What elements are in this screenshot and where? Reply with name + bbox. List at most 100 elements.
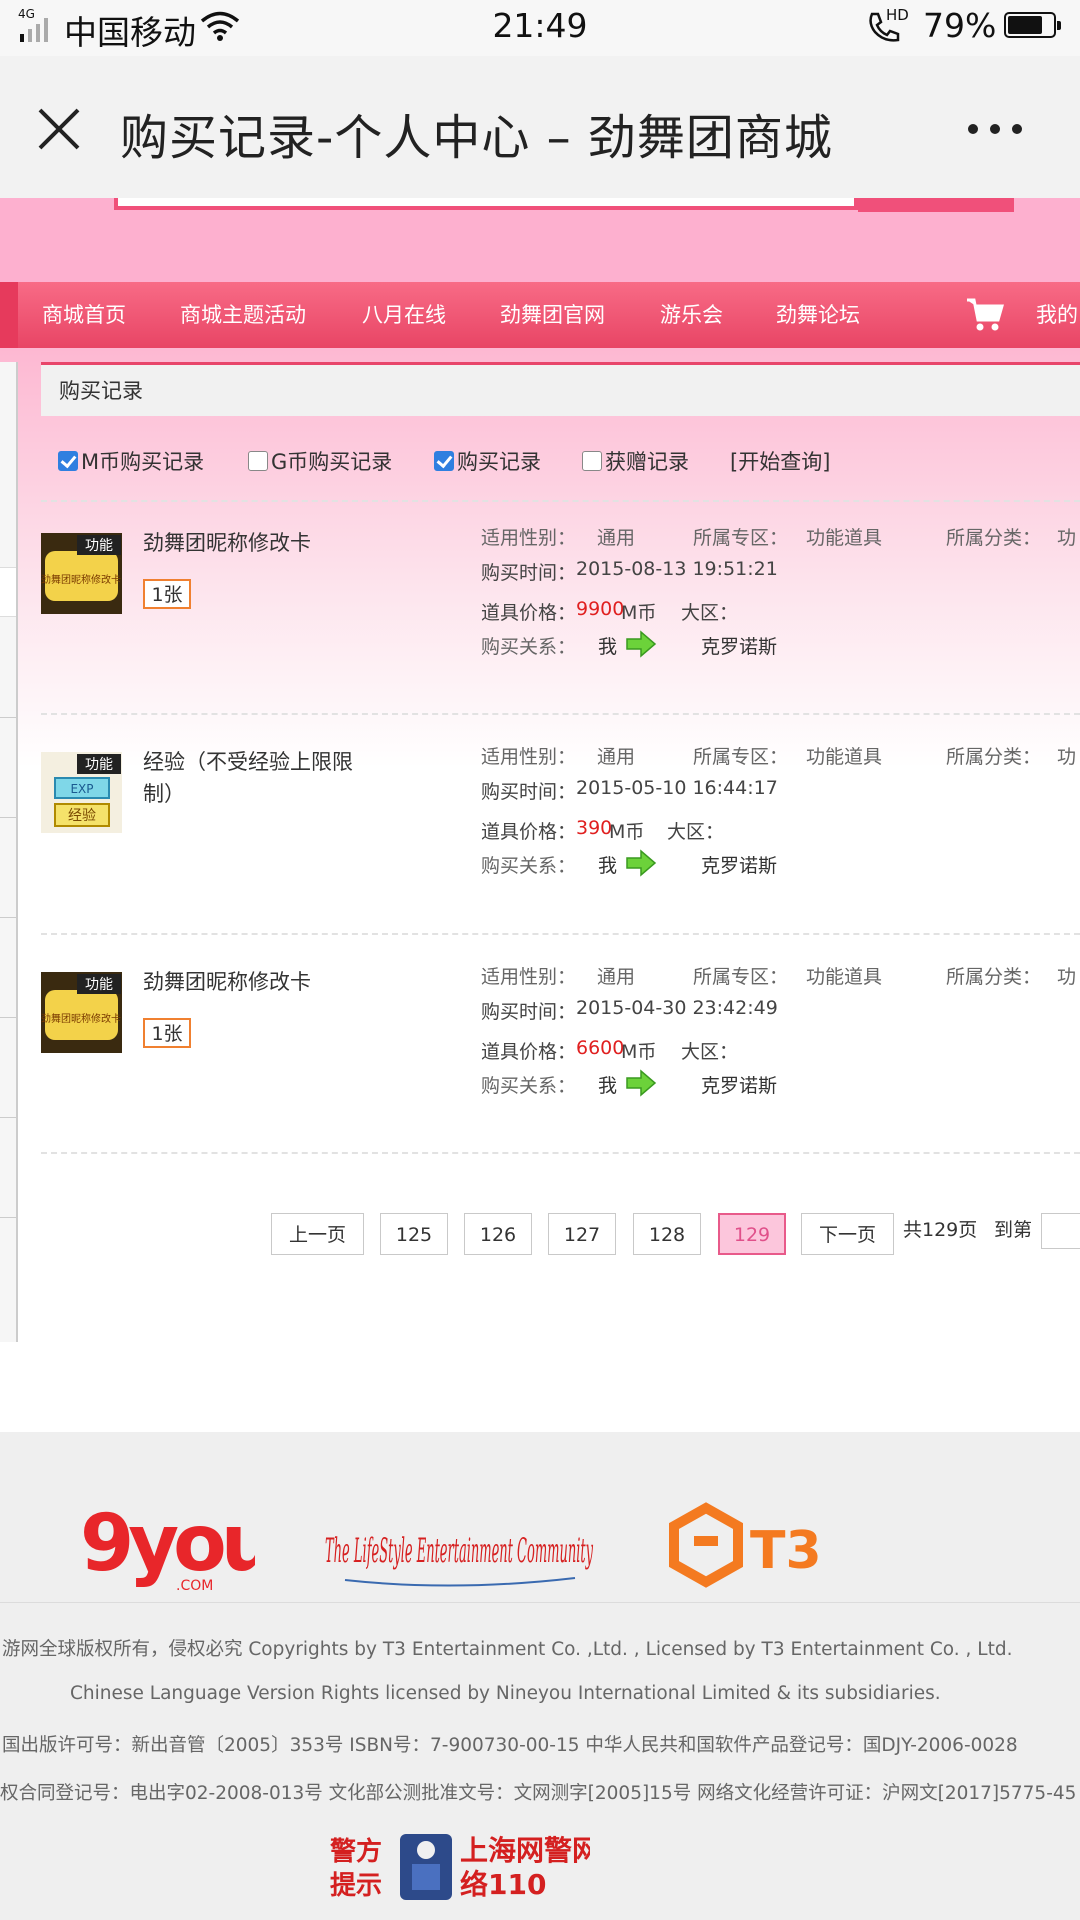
region-label: 大区：	[681, 602, 739, 624]
divider	[41, 1152, 1080, 1154]
time-label: 购买时间：	[481, 781, 577, 803]
item-thumbnail: 功能 劲舞团昵称修改卡	[41, 972, 122, 1053]
sidebar-divider	[0, 1217, 16, 1218]
region-label: 大区：	[681, 1041, 739, 1063]
svg-text:T3: T3	[750, 1521, 822, 1581]
filter-g-coin[interactable]: G币购买记录	[248, 444, 392, 478]
item-name[interactable]: 劲舞团昵称修改卡	[143, 527, 373, 559]
nav-item-home[interactable]: 商城首页	[42, 282, 126, 348]
item-quantity: 1张	[143, 1018, 191, 1048]
currency-label: M币	[621, 602, 657, 624]
time-label: 购买时间：	[481, 562, 577, 584]
svg-text:上海网警网络110: 上海网警网络110	[460, 1834, 590, 1901]
filter-label: M币购买记录	[81, 450, 205, 474]
main-nav: 商城首页 商城主题活动 八月在线 劲舞团官网 游乐会 劲舞论坛 我的	[0, 282, 1080, 348]
sidebar-divider	[0, 817, 16, 818]
category-value: 功	[1057, 966, 1077, 988]
recipient: 克罗诺斯	[701, 636, 778, 658]
category-value: 功	[1057, 527, 1077, 549]
nav-item-club[interactable]: 游乐会	[660, 282, 723, 348]
page-button[interactable]: 128	[633, 1213, 701, 1255]
svg-text:劲舞团昵称修改卡: 劲舞团昵称修改卡	[41, 573, 121, 586]
filter-gift[interactable]: 获赠记录	[582, 444, 689, 478]
filter-purchase[interactable]: 购买记录	[434, 444, 541, 478]
gender-value: 通用	[597, 527, 636, 549]
item-name[interactable]: 劲舞团昵称修改卡	[143, 966, 373, 998]
goto-page-input[interactable]	[1041, 1213, 1080, 1249]
item-thumbnail: 功能 EXP 经验	[41, 752, 122, 833]
filter-label: 获赠记录	[605, 450, 689, 474]
checkbox[interactable]	[582, 451, 602, 471]
region-label: 大区：	[667, 821, 725, 843]
item-name[interactable]: 经验（不受经验上限限制）	[143, 746, 373, 810]
checkbox[interactable]	[434, 451, 454, 471]
svg-text:The LifeStyle Entertainment Co: The LifeStyle Entertainment Community	[325, 1531, 593, 1571]
sidebar	[0, 362, 18, 1342]
nav-item-august[interactable]: 八月在线	[362, 282, 446, 348]
cart-icon[interactable]	[965, 296, 1005, 332]
nav-item-events[interactable]: 商城主题活动	[180, 282, 306, 348]
gender-label: 适用性别：	[481, 746, 577, 768]
price-value: 390	[576, 817, 613, 839]
sidebar-selected-item[interactable]	[0, 567, 16, 617]
page-button[interactable]: 125	[380, 1213, 448, 1255]
gender-value: 通用	[597, 966, 636, 988]
footer-registration: 权合同登记号：电出字02-2008-013号 文化部公测批准文号：文网测字[20…	[0, 1783, 1077, 1804]
arrow-right-icon	[626, 1069, 657, 1097]
search-button[interactable]	[858, 198, 1014, 212]
page-button[interactable]: 127	[548, 1213, 616, 1255]
gender-label: 适用性别：	[481, 527, 577, 549]
buyer: 我	[598, 1075, 618, 1097]
query-button[interactable]: [开始查询]	[730, 444, 830, 478]
title-bar: 购买记录-个人中心 – 劲舞团商城	[0, 56, 1080, 198]
nav-edge	[0, 282, 18, 348]
checkbox[interactable]	[58, 451, 78, 471]
zone-value: 功能道具	[806, 746, 883, 768]
footer-license: Chinese Language Version Rights licensed…	[70, 1683, 941, 1704]
page-button[interactable]: 126	[464, 1213, 532, 1255]
current-page[interactable]: 129	[718, 1213, 786, 1255]
nav-item-my[interactable]: 我的	[1036, 282, 1078, 348]
purchase-time: 2015-04-30 23:42:49	[576, 997, 778, 1019]
zone-value: 功能道具	[806, 527, 883, 549]
purchase-record: 功能 EXP 经验 经验（不受经验上限限制） 适用性别： 通用 所属专区： 功能…	[41, 722, 1080, 932]
currency-label: M币	[609, 821, 645, 843]
gender-label: 适用性别：	[481, 966, 577, 988]
purchase-record: 功能 劲舞团昵称修改卡 劲舞团昵称修改卡 1张 适用性别： 通用 所属专区： 功…	[41, 503, 1080, 713]
next-page-button[interactable]: 下一页	[801, 1213, 894, 1255]
footer-divider	[0, 1602, 1080, 1603]
purchase-record: 功能 劲舞团昵称修改卡 劲舞团昵称修改卡 1张 适用性别： 通用 所属专区： 功…	[41, 942, 1080, 1152]
police-badge[interactable]: 警方提示 上海网警网络110	[330, 1826, 590, 1906]
filter-m-coin[interactable]: M币购买记录	[58, 444, 204, 478]
divider	[41, 500, 1080, 502]
search-input[interactable]	[114, 198, 858, 210]
checkbox[interactable]	[248, 451, 268, 471]
arrow-right-icon	[626, 630, 657, 658]
prev-page-button[interactable]: 上一页	[271, 1213, 364, 1255]
gender-value: 通用	[597, 746, 636, 768]
category-label: 所属分类：	[946, 527, 1042, 549]
nav-item-forum[interactable]: 劲舞论坛	[776, 282, 860, 348]
category-label: 所属分类：	[946, 746, 1042, 768]
currency-label: M币	[621, 1041, 657, 1063]
svg-text:EXP: EXP	[70, 782, 93, 796]
more-options-icon[interactable]	[965, 122, 1025, 136]
zone-label: 所属专区：	[693, 966, 789, 988]
price-label: 道具价格：	[481, 821, 577, 843]
relation-label: 购买关系：	[481, 1075, 577, 1097]
nav-item-official[interactable]: 劲舞团官网	[500, 282, 605, 348]
zone-label: 所属专区：	[693, 746, 789, 768]
sidebar-divider	[0, 1117, 16, 1118]
arrow-right-icon	[626, 849, 657, 877]
purchase-time: 2015-05-10 16:44:17	[576, 777, 778, 799]
price-label: 道具价格：	[481, 1041, 577, 1063]
svg-text:功能: 功能	[85, 977, 113, 993]
sidebar-divider	[0, 1017, 16, 1018]
svg-text:.COM: .COM	[176, 1578, 213, 1594]
divider	[41, 933, 1080, 935]
purchase-time: 2015-08-13 19:51:21	[576, 558, 778, 580]
svg-text:经验: 经验	[68, 808, 96, 824]
relation-label: 购买关系：	[481, 855, 577, 877]
close-icon[interactable]	[34, 104, 84, 154]
item-quantity: 1张	[143, 579, 191, 609]
